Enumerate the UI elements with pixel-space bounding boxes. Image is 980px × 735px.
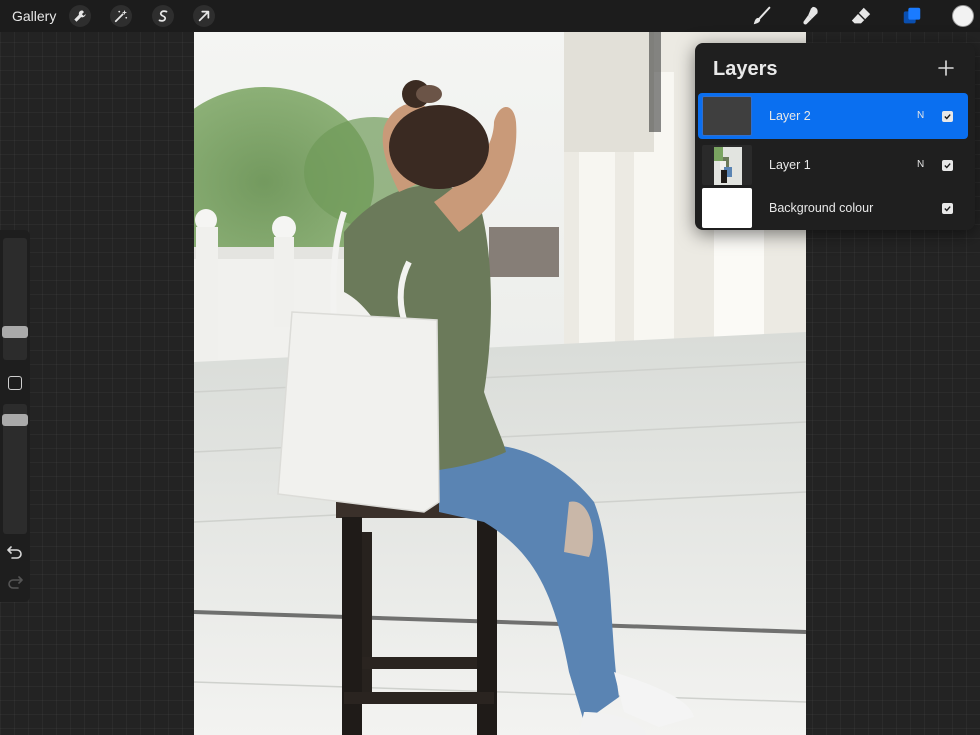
layer-row-background-colour[interactable]: Background colour <box>698 185 968 230</box>
smudge-icon[interactable] <box>798 4 824 28</box>
layer-blend-mode[interactable]: N <box>917 110 924 121</box>
selection-icon[interactable] <box>152 5 174 27</box>
checkmark-icon <box>944 163 951 169</box>
opacity-thumb[interactable] <box>2 414 28 426</box>
undo-icon[interactable] <box>7 545 23 559</box>
brush-size-slider[interactable] <box>3 238 27 360</box>
layer-visibility-checkbox[interactable] <box>942 203 953 214</box>
layer-thumbnail <box>702 188 752 228</box>
layer-row-layer-2[interactable]: Layer 2 N <box>698 93 968 139</box>
square-modifier-icon[interactable] <box>8 376 22 390</box>
layer-thumbnail <box>702 145 752 185</box>
layer-visibility-checkbox[interactable] <box>942 160 953 171</box>
layer-thumbnail <box>702 96 752 136</box>
brush-icon[interactable] <box>749 4 775 28</box>
color-picker-swatch[interactable] <box>952 5 974 27</box>
layer-visibility-checkbox[interactable] <box>942 111 953 122</box>
brush-size-thumb[interactable] <box>2 326 28 338</box>
left-sidebar <box>0 230 30 602</box>
layers-panel-title: Layers <box>713 58 778 80</box>
magic-wand-icon[interactable] <box>110 5 132 27</box>
layers-icon[interactable] <box>899 4 925 28</box>
layer-name: Background colour <box>769 201 874 215</box>
wrench-icon[interactable] <box>69 5 91 27</box>
layer-name: Layer 1 <box>769 158 811 172</box>
checkmark-icon <box>944 206 951 212</box>
plus-icon[interactable] <box>935 57 957 79</box>
eraser-icon[interactable] <box>848 4 874 28</box>
top-toolbar: Gallery <box>0 0 980 32</box>
transform-arrow-icon[interactable] <box>193 5 215 27</box>
layer-row-layer-1[interactable]: Layer 1 N <box>698 142 968 188</box>
layer-name: Layer 2 <box>769 109 811 123</box>
redo-icon[interactable] <box>7 575 23 589</box>
layers-panel: Layers Layer 2 N Layer 1 N Background co… <box>695 43 975 230</box>
layer-blend-mode[interactable]: N <box>917 159 924 170</box>
checkmark-icon <box>944 114 951 120</box>
gallery-button[interactable]: Gallery <box>12 8 56 24</box>
